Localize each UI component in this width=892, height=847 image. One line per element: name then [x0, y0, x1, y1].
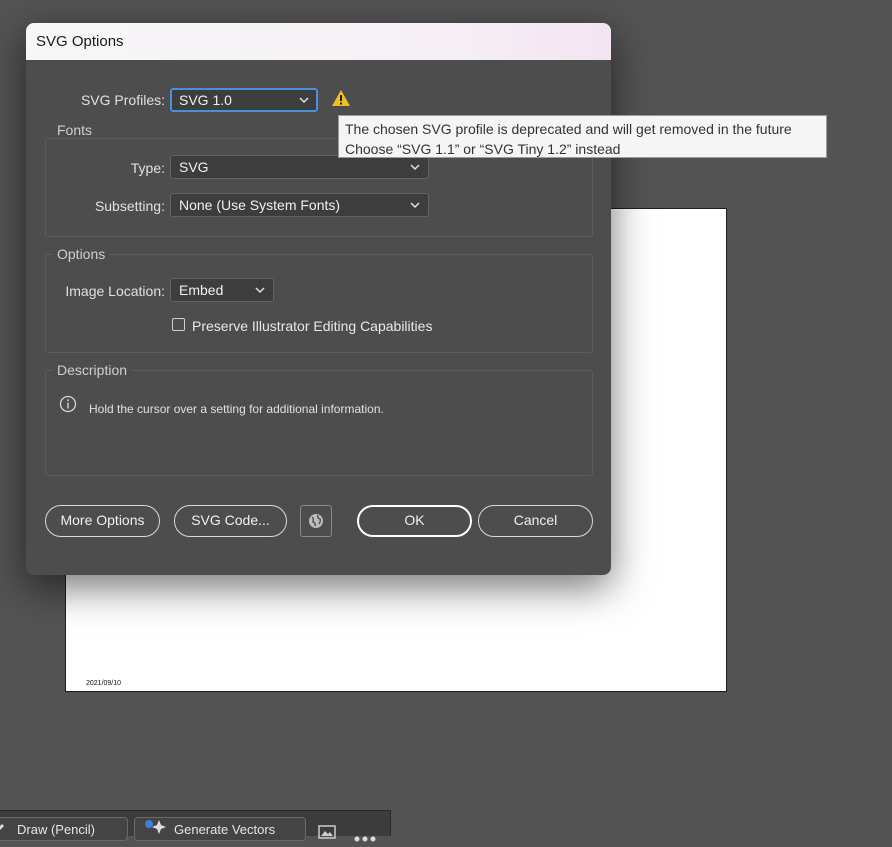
chevron-down-icon: [410, 202, 420, 209]
artboard-date-text: 2021/09/10: [86, 680, 122, 687]
description-group: [45, 370, 593, 476]
svg-profiles-label: SVG Profiles:: [80, 92, 165, 108]
subsetting-value: None (Use System Fonts): [179, 197, 341, 213]
svg-code-button[interactable]: SVG Code...: [174, 505, 287, 537]
type-label: Type:: [130, 160, 165, 176]
chevron-down-icon: [410, 164, 420, 171]
web-preview-button[interactable]: [300, 505, 332, 537]
warning-icon[interactable]: [331, 89, 351, 112]
tooltip-line-1: The chosen SVG profile is deprecated and…: [345, 121, 792, 137]
info-icon: [59, 395, 77, 418]
description-group-title: Description: [53, 362, 132, 378]
options-group: [45, 254, 593, 353]
globe-icon: [308, 513, 324, 534]
image-location-value: Embed: [179, 282, 224, 298]
svg-profiles-value: SVG 1.0: [179, 92, 232, 108]
draw-pencil-button[interactable]: Draw (Pencil): [0, 817, 128, 841]
options-group-title: Options: [53, 246, 110, 262]
chevron-down-icon: [299, 97, 309, 104]
dialog-title: SVG Options: [26, 23, 611, 60]
image-location-label: Image Location:: [65, 283, 165, 299]
sparkle-icon: [143, 819, 167, 840]
more-options-button[interactable]: More Options: [45, 505, 160, 537]
contextual-task-bar: Draw (Pencil) Generate Vectors: [0, 810, 391, 842]
preserve-editing-checkbox[interactable]: [172, 318, 185, 331]
preserve-editing-label[interactable]: Preserve Illustrator Editing Capabilitie…: [192, 318, 432, 334]
description-text: Hold the cursor over a setting for addit…: [89, 402, 384, 416]
type-value: SVG: [179, 159, 209, 175]
fonts-group-title: Fonts: [53, 122, 97, 138]
more-icon[interactable]: [354, 829, 376, 847]
cancel-button[interactable]: Cancel: [478, 505, 593, 537]
ok-button[interactable]: OK: [357, 505, 472, 537]
subsetting-select[interactable]: None (Use System Fonts): [170, 193, 429, 217]
svg-profiles-select[interactable]: SVG 1.0: [170, 88, 318, 112]
image-location-select[interactable]: Embed: [170, 278, 274, 302]
svg-options-dialog: SVG Options SVG Profiles: SVG 1.0 Fonts …: [26, 23, 611, 575]
generate-vectors-button[interactable]: Generate Vectors: [134, 817, 306, 841]
chevron-down-icon: [255, 287, 265, 294]
subsetting-label: Subsetting:: [94, 198, 165, 214]
tooltip-line-2: Choose “SVG 1.1” or “SVG Tiny 1.2” inste…: [345, 141, 621, 157]
deprecation-tooltip: The chosen SVG profile is deprecated and…: [338, 115, 827, 158]
